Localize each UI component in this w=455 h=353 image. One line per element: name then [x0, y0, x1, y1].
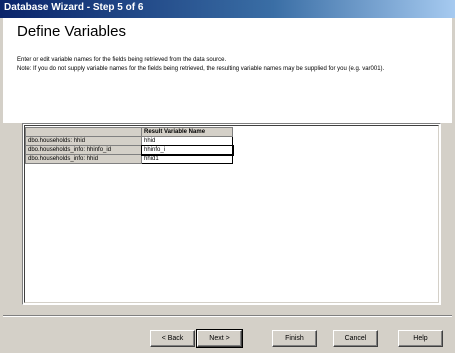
window-title: Database Wizard - Step 5 of 6 [4, 2, 144, 13]
row-header-field[interactable]: dbo.households_info: hhinfo_id [25, 145, 142, 155]
instruction-text: Enter or edit variable names for the fie… [17, 57, 227, 63]
back-button[interactable]: < Back [150, 330, 195, 347]
grid-corner [25, 127, 142, 137]
page-title: Define Variables [17, 23, 126, 40]
variable-name-cell[interactable]: hhid1 [141, 154, 233, 164]
column-header-result-variable-name[interactable]: Result Variable Name [141, 127, 233, 137]
note-text: Note: If you do not supply variable name… [17, 66, 385, 72]
title-bar[interactable]: Database Wizard - Step 5 of 6 [0, 0, 455, 18]
row-header-field[interactable]: dbo.households: hhid [25, 136, 142, 146]
cancel-button[interactable]: Cancel [333, 330, 378, 347]
database-wizard-window: Database Wizard - Step 5 of 6 Define Var… [0, 0, 455, 353]
table-row: dbo.households: hhid hhid [25, 136, 233, 146]
row-header-field[interactable]: dbo.households_info: hhid [25, 154, 142, 164]
grid-area: Result Variable Name dbo.households: hhi… [24, 125, 439, 303]
finish-button[interactable]: Finish [272, 330, 317, 347]
grid-header-row: Result Variable Name [25, 127, 233, 137]
next-button[interactable]: Next > [196, 329, 243, 348]
variables-grid-panel: Result Variable Name dbo.households: hhi… [22, 123, 441, 305]
variable-name-cell[interactable]: hhinfo_i [140, 144, 234, 156]
table-row: dbo.households_info: hhid hhid1 [25, 154, 233, 164]
table-row: dbo.households_info: hhinfo_id hhinfo_i [25, 144, 234, 156]
variable-name-cell[interactable]: hhid [141, 136, 233, 146]
variables-grid: Result Variable Name dbo.households: hhi… [25, 127, 234, 164]
footer-separator [3, 315, 452, 317]
help-button[interactable]: Help [398, 330, 443, 347]
